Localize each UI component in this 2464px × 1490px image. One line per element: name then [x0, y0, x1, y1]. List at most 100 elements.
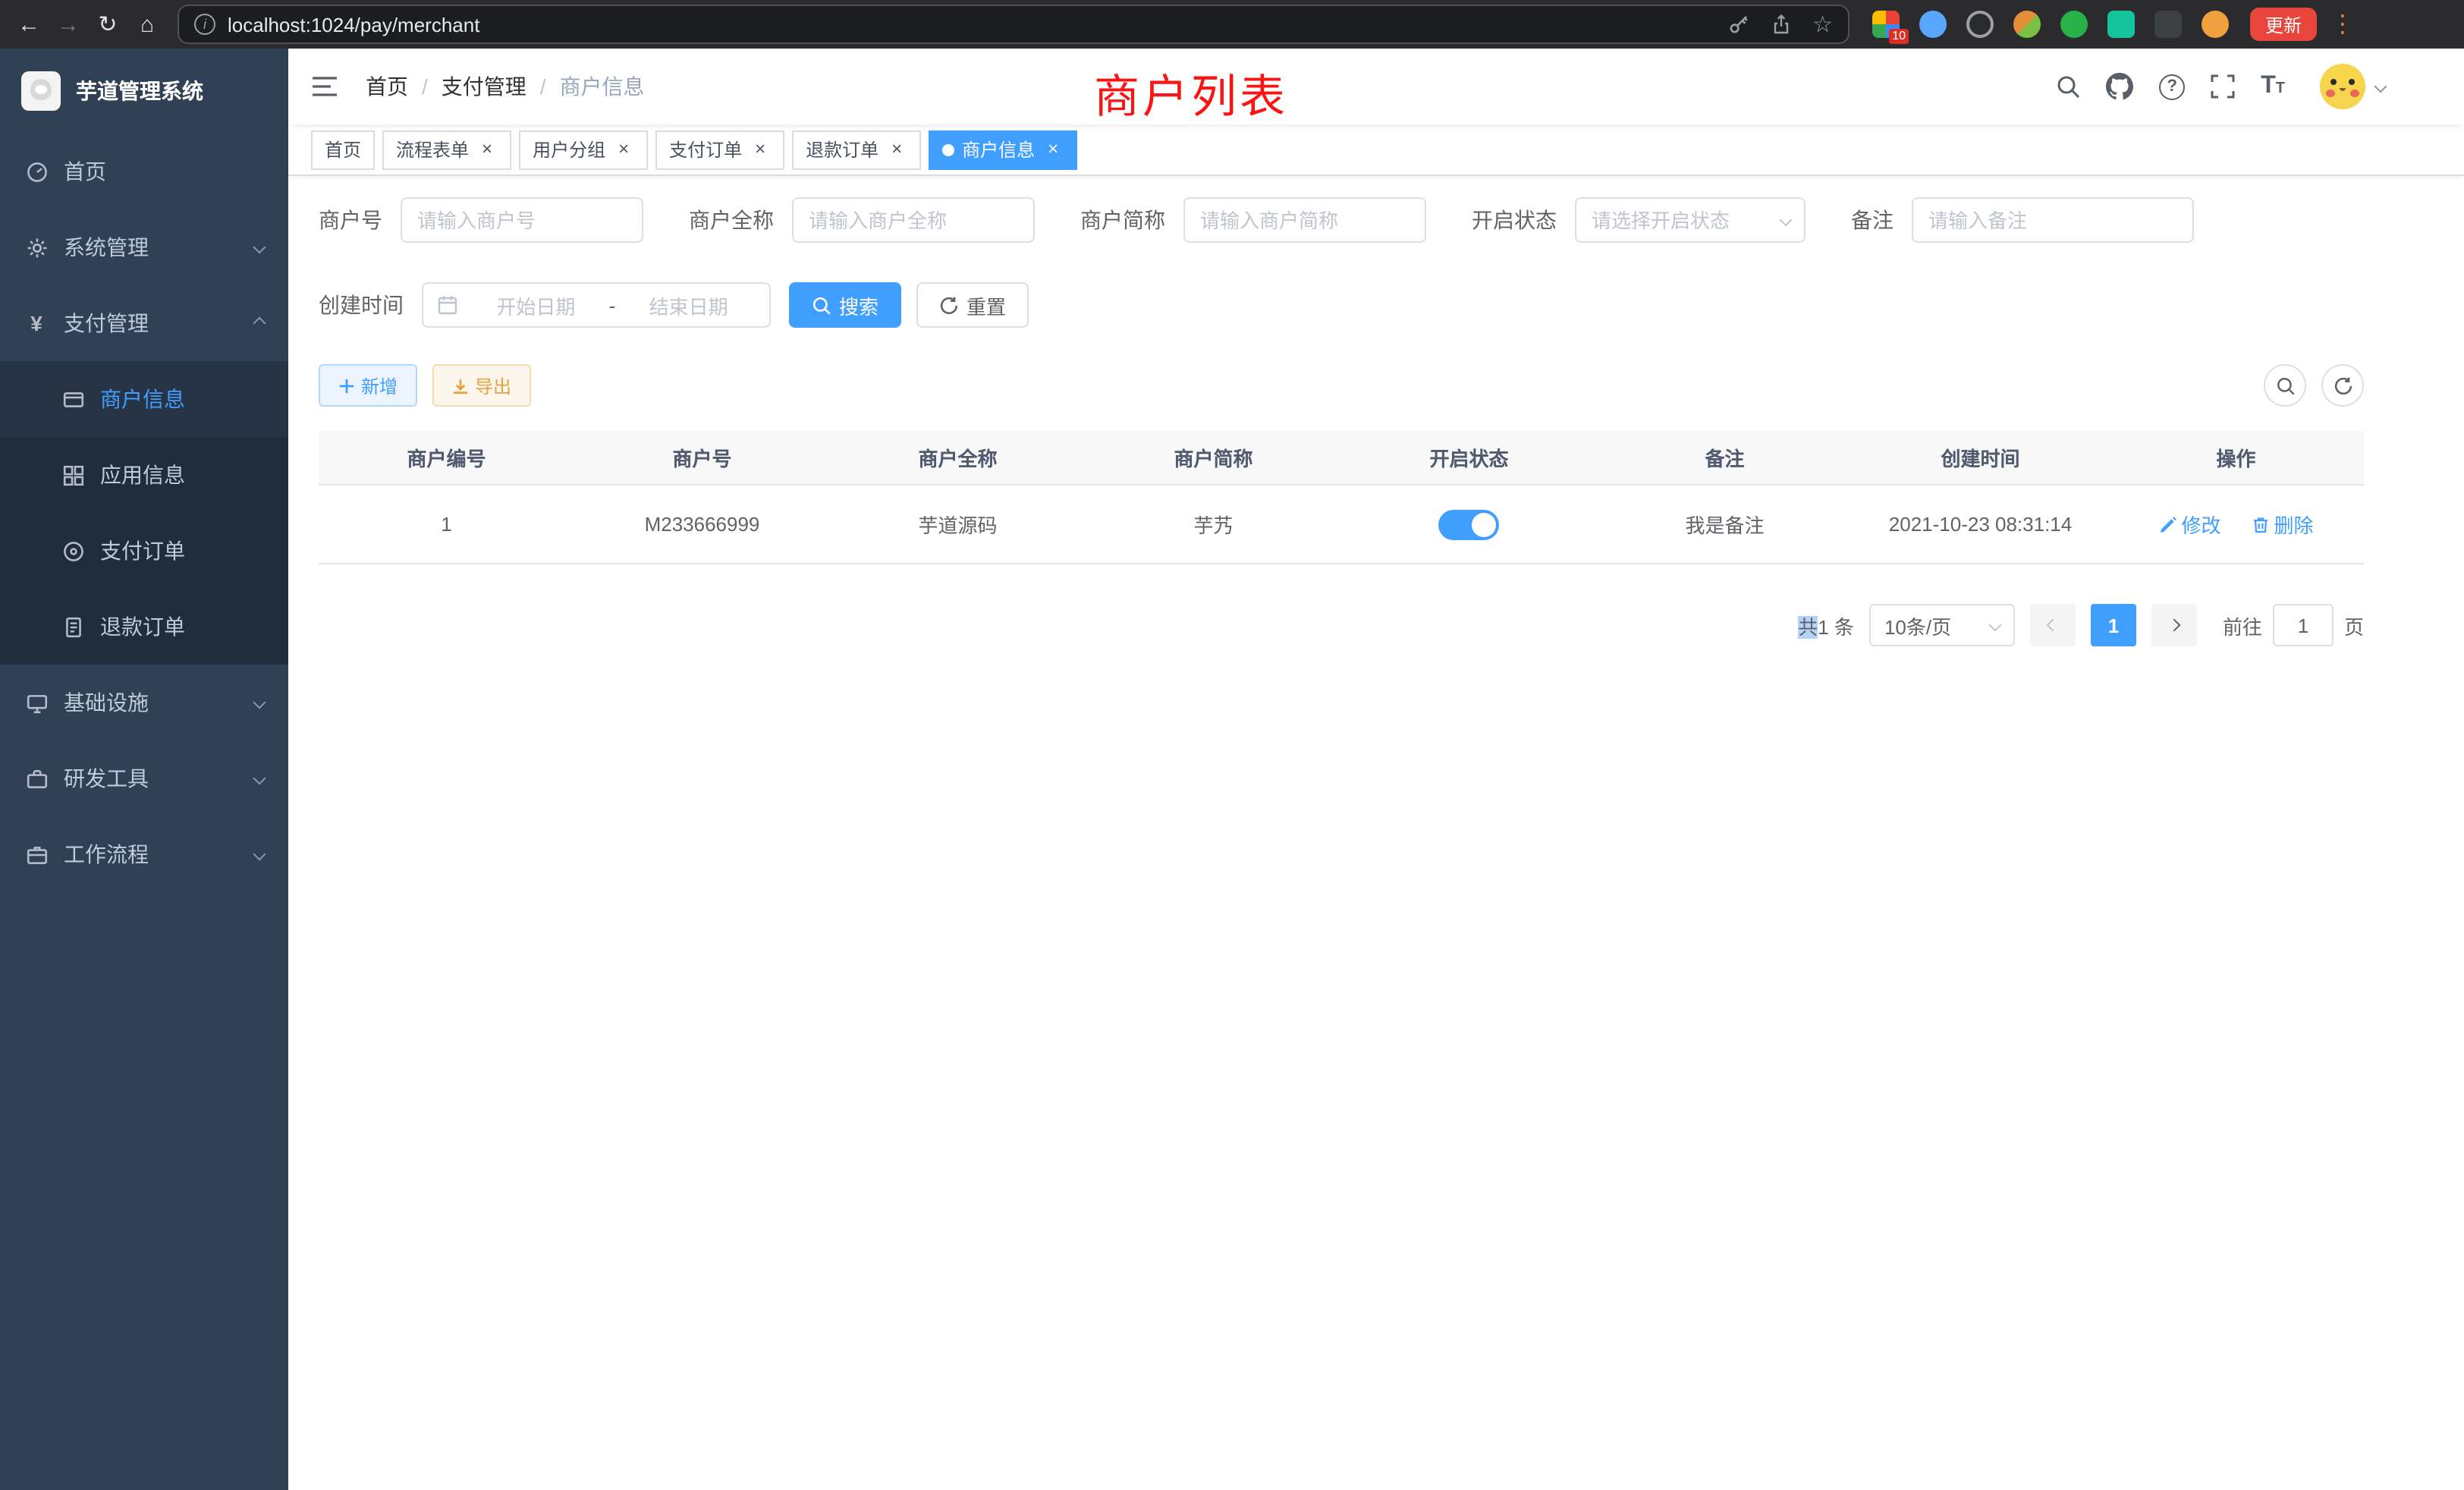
status-select[interactable]: [1575, 197, 1806, 243]
navbar-actions: ? TT: [2056, 64, 2464, 109]
profile-avatar-icon[interactable]: [2202, 11, 2229, 38]
full-name-input[interactable]: [792, 197, 1035, 243]
breadcrumb-home[interactable]: 首页: [366, 71, 408, 102]
hamburger-menu-icon[interactable]: [288, 76, 361, 97]
share-icon[interactable]: [1770, 14, 1791, 35]
sidebar-item-label: 基础设施: [64, 687, 149, 718]
page-suffix-label: 页: [2344, 611, 2364, 640]
reset-button[interactable]: 重置: [916, 282, 1029, 328]
column-header: 商户简称: [1086, 443, 1341, 472]
edit-link[interactable]: 修改: [2158, 510, 2220, 539]
cell-remark: 我是备注: [1597, 510, 1853, 539]
browser-menu-icon[interactable]: ⋮: [2329, 9, 2356, 39]
date-end-placeholder: 结束日期: [621, 291, 756, 319]
fullscreen-icon[interactable]: [2211, 74, 2235, 99]
tab-refund-order[interactable]: 退款订单 ×: [792, 130, 921, 169]
pagination-total-count: 1 条: [1818, 615, 1854, 638]
refresh-button[interactable]: [2321, 364, 2364, 407]
extension-icon[interactable]: [2107, 11, 2135, 38]
page-number-button[interactable]: 1: [2091, 604, 2136, 646]
filter-row-2: 创建时间 开始日期 - 结束日期 搜索 重置: [319, 282, 2364, 328]
breadcrumb: 首页 / 支付管理 / 商户信息: [366, 71, 645, 102]
browser-reload-icon[interactable]: ↻: [88, 5, 127, 44]
tab-home[interactable]: 首页: [311, 130, 375, 169]
prev-page-button[interactable]: [2030, 604, 2076, 646]
extension-icon[interactable]: [2013, 11, 2041, 38]
export-button[interactable]: 导出: [432, 364, 531, 407]
bookmark-star-icon[interactable]: ☆: [1812, 11, 1833, 38]
column-header: 商户全称: [830, 443, 1086, 472]
tab-process-form[interactable]: 流程表单 ×: [382, 130, 511, 169]
github-icon[interactable]: [2106, 73, 2133, 100]
tab-close-icon[interactable]: ×: [750, 139, 771, 160]
breadcrumb-payment[interactable]: 支付管理: [442, 71, 526, 102]
sidebar-item-home[interactable]: 首页: [0, 134, 288, 209]
extension-icon[interactable]: [1919, 11, 1947, 38]
status-toggle[interactable]: [1439, 509, 1500, 539]
sidebar-item-payment[interactable]: ¥ 支付管理: [0, 285, 288, 361]
tab-close-icon[interactable]: ×: [1042, 139, 1064, 160]
screenshot-root: ← → ↻ ⌂ i localhost:1024/pay/merchant ☆ …: [0, 0, 2464, 1490]
cell-full-name: 芋道源码: [830, 510, 1086, 539]
sidebar-item-refund-order[interactable]: 退款订单: [0, 589, 288, 665]
user-menu[interactable]: [2320, 64, 2385, 109]
sidebar-item-workflow[interactable]: 工作流程: [0, 816, 288, 892]
site-info-icon[interactable]: i: [194, 14, 215, 35]
sidebar-item-infrastructure[interactable]: 基础设施: [0, 665, 288, 740]
address-bar[interactable]: i localhost:1024/pay/merchant ☆: [179, 6, 1848, 42]
tab-pay-order[interactable]: 支付订单 ×: [655, 130, 784, 169]
tab-user-group[interactable]: 用户分组 ×: [519, 130, 648, 169]
remark-input[interactable]: [1912, 197, 2194, 243]
extension-icon[interactable]: [2154, 11, 2182, 38]
sidebar-item-dev-tools[interactable]: 研发工具: [0, 740, 288, 816]
avatar[interactable]: [2320, 64, 2365, 109]
goto-page-input[interactable]: [2273, 604, 2334, 646]
chevron-down-icon: [253, 696, 266, 709]
sidebar-item-label: 系统管理: [64, 232, 149, 262]
next-page-button[interactable]: [2151, 604, 2197, 646]
delete-link[interactable]: 删除: [2252, 510, 2314, 539]
merchant-no-input[interactable]: [401, 197, 643, 243]
password-key-icon[interactable]: [1727, 14, 1749, 35]
page-size-select[interactable]: 10条/页: [1869, 604, 2015, 646]
short-name-input[interactable]: [1183, 197, 1426, 243]
sidebar-item-system[interactable]: 系统管理: [0, 209, 288, 285]
tab-merchant-info[interactable]: 商户信息 ×: [929, 130, 1077, 169]
browser-back-icon[interactable]: ←: [9, 5, 49, 44]
extension-icon[interactable]: 10: [1872, 11, 1900, 38]
extension-icon[interactable]: [1966, 11, 1994, 38]
add-button[interactable]: 新增: [319, 364, 417, 407]
url-text[interactable]: localhost:1024/pay/merchant: [228, 13, 479, 36]
toggle-search-button[interactable]: [2264, 364, 2306, 407]
app-logo[interactable]: 芋道管理系统: [0, 49, 288, 134]
tab-close-icon[interactable]: ×: [886, 139, 907, 160]
column-header: 商户号: [574, 443, 830, 472]
credit-card-icon: [61, 388, 85, 410]
help-icon[interactable]: ?: [2159, 74, 2185, 99]
calendar-icon: [437, 294, 458, 316]
date-range-picker[interactable]: 开始日期 - 结束日期: [422, 282, 771, 328]
toolbox-icon: [24, 767, 49, 790]
browser-home-icon[interactable]: ⌂: [127, 5, 167, 44]
table-header: 商户编号 商户号 商户全称 商户简称 开启状态 备注 创建时间 操作: [319, 431, 2364, 486]
table-row: 1 M233666999 芋道源码 芋艿 我是备注 2021-10-23 08:…: [319, 486, 2364, 564]
browser-toolbar: ← → ↻ ⌂ i localhost:1024/pay/merchant ☆ …: [0, 0, 2464, 49]
logo-image: [21, 71, 61, 111]
browser-update-button[interactable]: 更新: [2250, 8, 2317, 41]
sidebar-item-label: 首页: [64, 156, 106, 187]
search-icon[interactable]: [2056, 74, 2080, 99]
sidebar-item-pay-order[interactable]: 支付订单: [0, 513, 288, 589]
sidebar-item-app-info[interactable]: 应用信息: [0, 437, 288, 513]
chevron-down-icon: [253, 241, 266, 254]
search-button[interactable]: 搜索: [789, 282, 901, 328]
tab-label: 商户信息: [962, 137, 1035, 162]
cell-merchant-no: M233666999: [574, 513, 830, 536]
target-icon: [61, 539, 85, 562]
extension-icon[interactable]: [2060, 11, 2088, 38]
font-size-icon[interactable]: TT: [2261, 74, 2285, 99]
chevron-down-icon: [2374, 80, 2387, 93]
sidebar-item-merchant-info[interactable]: 商户信息: [0, 361, 288, 437]
browser-forward-icon[interactable]: →: [49, 5, 88, 44]
tab-close-icon[interactable]: ×: [613, 139, 634, 160]
tab-close-icon[interactable]: ×: [476, 139, 498, 160]
